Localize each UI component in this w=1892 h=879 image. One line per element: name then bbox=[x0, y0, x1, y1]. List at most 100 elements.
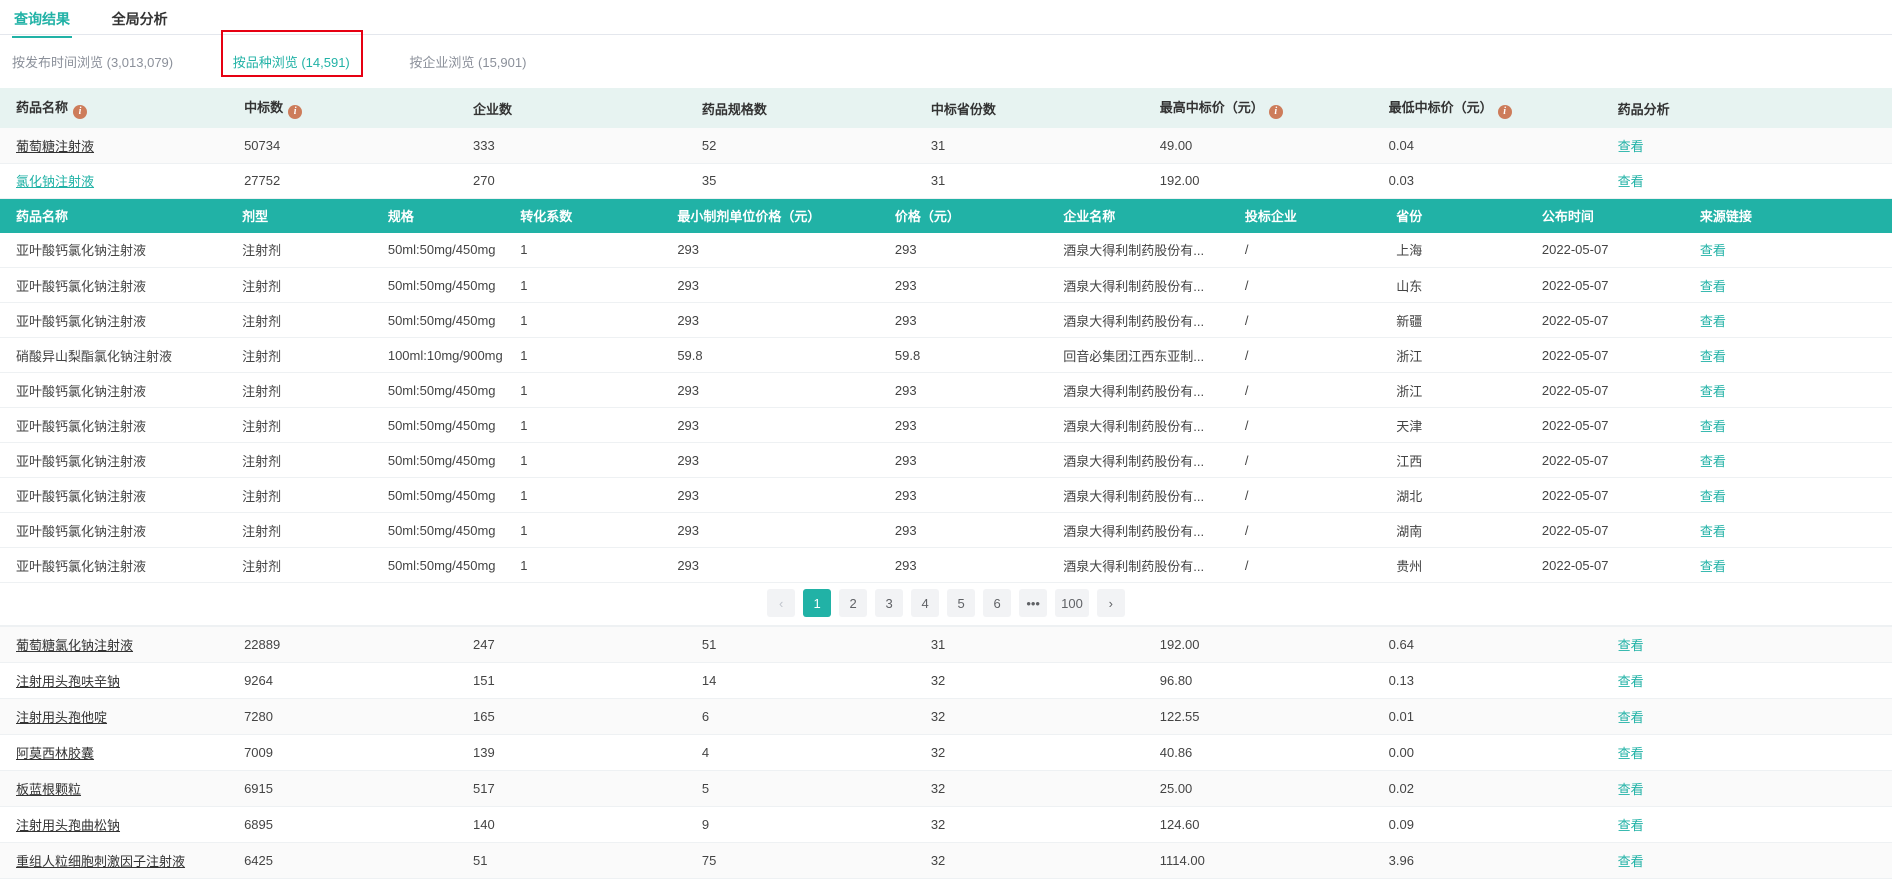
cell-analysis: 查看 bbox=[1618, 163, 1892, 198]
view-source-link[interactable]: 查看 bbox=[1700, 454, 1726, 469]
cell-min-unit-price: 293 bbox=[677, 548, 895, 583]
view-source-link[interactable]: 查看 bbox=[1700, 384, 1726, 399]
pagination-prev-button[interactable]: ‹ bbox=[767, 589, 795, 617]
pagination-page-button[interactable]: 3 bbox=[875, 589, 903, 617]
drug-row: 阿莫西林胶囊 7009 139 4 32 40.86 0.00 查看 bbox=[0, 735, 1892, 771]
cell-spec: 100ml:10mg/900mg bbox=[388, 338, 520, 373]
tab-query-results[interactable]: 查询结果 bbox=[12, 0, 72, 38]
view-analysis-link[interactable]: 查看 bbox=[1618, 854, 1644, 869]
drug-name-link[interactable]: 注射用头孢曲松钠 bbox=[16, 818, 120, 833]
cell-min-price: 0.64 bbox=[1389, 627, 1618, 663]
cell-province: 湖南 bbox=[1396, 513, 1542, 548]
view-source-link[interactable]: 查看 bbox=[1700, 314, 1726, 329]
browse-by-company[interactable]: 按企业浏览 (15,901) bbox=[409, 55, 526, 70]
browse-by-variety[interactable]: 按品种浏览 (14,591) bbox=[233, 55, 350, 70]
cell-min-unit-price: 293 bbox=[677, 443, 895, 478]
pagination-page-button[interactable]: 1 bbox=[803, 589, 831, 617]
cell-drug-name: 注射用头孢曲松钠 bbox=[0, 807, 244, 843]
cell-province: 贵州 bbox=[1396, 548, 1542, 583]
view-source-link[interactable]: 查看 bbox=[1700, 279, 1726, 294]
cell-drug-name: 重组人粒细胞刺激因子注射液 bbox=[0, 843, 244, 879]
col-publish-date: 公布时间 bbox=[1542, 199, 1700, 233]
drug-name-link[interactable]: 阿莫西林胶囊 bbox=[16, 746, 94, 761]
cell-source: 查看 bbox=[1700, 268, 1892, 303]
view-analysis-link[interactable]: 查看 bbox=[1618, 174, 1644, 189]
view-analysis-link[interactable]: 查看 bbox=[1618, 139, 1644, 154]
browse-by-publish-time[interactable]: 按发布时间浏览 (3,013,079) bbox=[12, 55, 173, 70]
cell-conversion-factor: 1 bbox=[520, 478, 677, 513]
col-bidder: 投标企业 bbox=[1245, 199, 1396, 233]
view-analysis-link[interactable]: 查看 bbox=[1618, 674, 1644, 689]
drug-name-link[interactable]: 氯化钠注射液 bbox=[16, 174, 94, 189]
col-bid-count: 中标数 bbox=[244, 88, 473, 128]
cell-analysis: 查看 bbox=[1618, 699, 1892, 735]
cell-spec-count: 5 bbox=[702, 771, 931, 807]
cell-min-price: 0.04 bbox=[1389, 128, 1618, 163]
view-analysis-link[interactable]: 查看 bbox=[1618, 638, 1644, 653]
view-source-link[interactable]: 查看 bbox=[1700, 349, 1726, 364]
cell-max-price: 49.00 bbox=[1160, 128, 1389, 163]
detail-row: 硝酸异山梨酯氯化钠注射液 注射剂 100ml:10mg/900mg 1 59.8… bbox=[0, 338, 1892, 373]
cell-price: 293 bbox=[895, 443, 1063, 478]
pagination-page-button[interactable]: 6 bbox=[983, 589, 1011, 617]
col-dosage-form: 剂型 bbox=[242, 199, 388, 233]
drug-name-link[interactable]: 板蓝根颗粒 bbox=[16, 782, 81, 797]
pagination-page-button[interactable]: 4 bbox=[911, 589, 939, 617]
cell-bidder: / bbox=[1245, 408, 1396, 443]
tab-global-analysis[interactable]: 全局分析 bbox=[110, 0, 170, 38]
drug-name-link[interactable]: 注射用头孢他啶 bbox=[16, 710, 107, 725]
pagination-page-button[interactable]: 5 bbox=[947, 589, 975, 617]
cell-province: 天津 bbox=[1396, 408, 1542, 443]
view-source-link[interactable]: 查看 bbox=[1700, 419, 1726, 434]
cell-price: 59.8 bbox=[895, 338, 1063, 373]
cell-conversion-factor: 1 bbox=[520, 443, 677, 478]
drug-name-link[interactable]: 葡萄糖氯化钠注射液 bbox=[16, 638, 133, 653]
view-source-link[interactable]: 查看 bbox=[1700, 559, 1726, 574]
drug-name-link[interactable]: 葡萄糖注射液 bbox=[16, 139, 94, 154]
col-label: 药品规格数 bbox=[702, 102, 767, 117]
drug-name-link[interactable]: 重组人粒细胞刺激因子注射液 bbox=[16, 854, 185, 869]
cell-dosage-form: 注射剂 bbox=[242, 478, 388, 513]
drug-name-link[interactable]: 注射用头孢呋辛钠 bbox=[16, 674, 120, 689]
browse-by-publish-time-wrap: 按发布时间浏览 (3,013,079) bbox=[12, 52, 173, 71]
view-source-link[interactable]: 查看 bbox=[1700, 524, 1726, 539]
pagination-page-button[interactable]: 2 bbox=[839, 589, 867, 617]
cell-company-name: 酒泉大得利制药股份有... bbox=[1063, 513, 1245, 548]
view-source-link[interactable]: 查看 bbox=[1700, 243, 1726, 258]
col-label: 企业数 bbox=[473, 102, 512, 117]
cell-source: 查看 bbox=[1700, 548, 1892, 583]
cell-province: 上海 bbox=[1396, 233, 1542, 268]
cell-bid-count: 27752 bbox=[244, 163, 473, 198]
pagination-page-button[interactable]: ••• bbox=[1019, 589, 1047, 617]
cell-province: 江西 bbox=[1396, 443, 1542, 478]
info-icon[interactable] bbox=[1269, 105, 1283, 119]
cell-source: 查看 bbox=[1700, 338, 1892, 373]
col-label: 最高中标价（元） bbox=[1160, 100, 1264, 115]
view-analysis-link[interactable]: 查看 bbox=[1618, 710, 1644, 725]
cell-conversion-factor: 1 bbox=[520, 408, 677, 443]
view-analysis-link[interactable]: 查看 bbox=[1618, 746, 1644, 761]
cell-company-count: 151 bbox=[473, 663, 702, 699]
view-source-link[interactable]: 查看 bbox=[1700, 489, 1726, 504]
view-analysis-link[interactable]: 查看 bbox=[1618, 782, 1644, 797]
cell-dosage-form: 注射剂 bbox=[242, 548, 388, 583]
cell-detail-drug-name: 亚叶酸钙氯化钠注射液 bbox=[0, 478, 242, 513]
cell-company-name: 酒泉大得利制药股份有... bbox=[1063, 478, 1245, 513]
cell-bidder: / bbox=[1245, 513, 1396, 548]
cell-bidder: / bbox=[1245, 373, 1396, 408]
cell-detail-drug-name: 亚叶酸钙氯化钠注射液 bbox=[0, 408, 242, 443]
view-analysis-link[interactable]: 查看 bbox=[1618, 818, 1644, 833]
pagination-next-button[interactable]: › bbox=[1097, 589, 1125, 617]
cell-publish-date: 2022-05-07 bbox=[1542, 268, 1700, 303]
cell-company-count: 333 bbox=[473, 128, 702, 163]
cell-dosage-form: 注射剂 bbox=[242, 408, 388, 443]
cell-province-count: 31 bbox=[931, 627, 1160, 663]
cell-bidder: / bbox=[1245, 478, 1396, 513]
info-icon[interactable] bbox=[288, 105, 302, 119]
cell-min-price: 0.01 bbox=[1389, 699, 1618, 735]
info-icon[interactable] bbox=[1498, 105, 1512, 119]
cell-bid-count: 6895 bbox=[244, 807, 473, 843]
detail-row: 亚叶酸钙氯化钠注射液 注射剂 50ml:50mg/450mg 1 293 293… bbox=[0, 268, 1892, 303]
pagination-page-button[interactable]: 100 bbox=[1055, 589, 1089, 617]
info-icon[interactable] bbox=[73, 105, 87, 119]
